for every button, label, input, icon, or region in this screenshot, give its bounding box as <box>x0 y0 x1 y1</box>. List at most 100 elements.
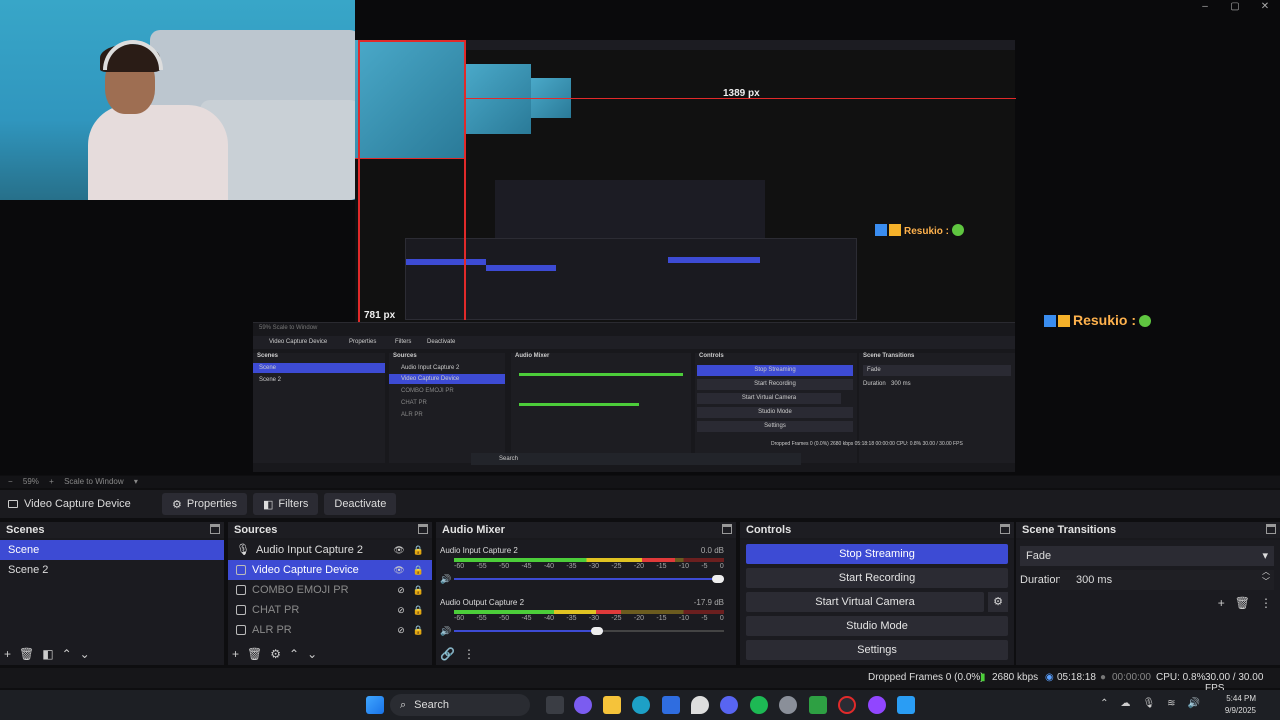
stop-streaming-button[interactable]: Stop Streaming <box>746 544 1008 564</box>
volume-icon[interactable]: 🔊 <box>1188 698 1200 709</box>
add-icon[interactable]: + <box>1218 596 1225 610</box>
undock-icon[interactable] <box>722 524 732 534</box>
speaker-icon[interactable]: 🔊 <box>440 626 451 637</box>
spinner-icon[interactable]: ︿ ﹀ <box>1262 567 1270 587</box>
record-time: 00:00:00 <box>1112 672 1151 683</box>
meter-tick-label: -60 <box>454 615 465 622</box>
stream-icon: ◉ <box>1045 672 1054 683</box>
status-bar: Dropped Frames 0 (0.0%) ▮ 2680 kbps ◉ 05… <box>0 668 1280 694</box>
source-item-audio-input[interactable]: 🎙 Audio Input Capture 2 👁 🔒 <box>228 540 432 560</box>
properties-button[interactable]: ⚙ Properties <box>162 493 248 515</box>
gear-icon[interactable]: ⚙ <box>270 647 281 661</box>
undock-icon[interactable] <box>418 524 428 534</box>
task-view-icon[interactable] <box>546 696 564 714</box>
filters-button[interactable]: ◧ Filters <box>253 493 319 515</box>
selected-source: Video Capture Device <box>8 498 138 510</box>
arrow-up-icon[interactable]: ⌃ <box>62 647 72 661</box>
start-recording-button[interactable]: Start Recording <box>746 568 1008 588</box>
trash-icon[interactable]: 🗑 <box>19 647 34 661</box>
zoom-level[interactable]: 59% <box>23 477 39 486</box>
obs-icon[interactable] <box>838 696 856 714</box>
xbox-icon[interactable] <box>809 696 827 714</box>
scale-mode-select[interactable]: Scale to Window <box>64 477 124 486</box>
controls-title: Controls <box>740 522 1014 538</box>
volume-knob[interactable] <box>712 575 724 583</box>
file-explorer-icon[interactable] <box>603 696 621 714</box>
spotify-icon[interactable] <box>750 696 768 714</box>
undock-icon[interactable] <box>210 524 220 534</box>
eye-hidden-icon[interactable]: ⊘ <box>397 620 405 640</box>
duration-input[interactable]: 300 ms ︿ ﹀ <box>1060 567 1274 590</box>
chevron-up-icon[interactable]: ⌃ <box>1100 698 1108 709</box>
virtual-camera-settings-icon[interactable]: ⚙ <box>988 592 1008 612</box>
microphone-icon[interactable]: 🎙 <box>1142 698 1155 709</box>
store-icon[interactable] <box>662 696 680 714</box>
audio-mixer-dock: Audio Mixer Audio Input Capture 2 0.0 dB… <box>436 522 736 665</box>
meter-ticks: -60 -55 -50 -45 -40 -35 -30 -25 -20 -15 -10 -5 0 <box>454 563 724 570</box>
bbox-top <box>358 40 464 42</box>
lock-icon[interactable]: 🔒 <box>413 540 424 560</box>
chevron-down-icon[interactable]: ▾ <box>134 477 138 486</box>
transition-select[interactable]: Fade ▾ <box>1020 546 1274 566</box>
speaker-icon[interactable]: 🔊 <box>440 574 451 585</box>
more-icon[interactable]: ⋮ <box>463 647 475 661</box>
volume-slider[interactable] <box>454 627 724 635</box>
wifi-icon[interactable]: ≋ <box>1167 698 1175 709</box>
cloud-icon[interactable]: ☁ <box>1120 698 1130 709</box>
person-body <box>88 105 228 200</box>
arrow-up-icon[interactable]: ⌃ <box>289 647 299 661</box>
minimize-button[interactable]: – <box>1190 0 1220 14</box>
source-item-alr[interactable]: ALR PR ⊘ 🔒 <box>228 620 432 640</box>
eye-hidden-icon[interactable]: ⊘ <box>397 600 405 620</box>
source-item-video-capture[interactable]: Video Capture Device 👁 🔒 <box>228 560 432 580</box>
streamer-app-icon[interactable] <box>897 696 915 714</box>
lock-icon[interactable]: 🔒 <box>413 620 424 640</box>
volume-slider[interactable] <box>454 575 724 583</box>
lock-icon[interactable]: 🔒 <box>413 580 424 600</box>
undock-icon[interactable] <box>1266 524 1276 534</box>
twitch-icon[interactable] <box>868 696 886 714</box>
source-item-chat[interactable]: CHAT PR ⊘ 🔒 <box>228 600 432 620</box>
lock-icon[interactable]: 🔒 <box>413 560 424 580</box>
windows-start-icon[interactable] <box>366 696 384 714</box>
lock-icon[interactable]: 🔒 <box>413 600 424 620</box>
trash-icon[interactable]: 🗑 <box>1235 596 1250 610</box>
trash-icon[interactable]: 🗑 <box>247 647 262 661</box>
discord-icon[interactable] <box>720 696 738 714</box>
meter-tick-label: -50 <box>498 563 510 570</box>
more-icon[interactable]: ⋮ <box>1260 596 1272 610</box>
source-item-combo-emoji[interactable]: COMBO EMOJI PR ⊘ 🔒 <box>228 580 432 600</box>
volume-knob[interactable] <box>590 627 603 635</box>
gear-icon: ⚙ <box>172 498 182 511</box>
settings-button[interactable]: Settings <box>746 640 1008 660</box>
taskbar-clock[interactable]: 5:44 PM 9/9/2025 <box>1225 693 1256 717</box>
taskbar-search[interactable]: ⌕ Search <box>390 694 530 716</box>
undock-icon[interactable] <box>1000 524 1010 534</box>
maximize-button[interactable]: ▢ <box>1220 0 1250 14</box>
zoom-out-icon[interactable]: − <box>8 477 13 486</box>
add-icon[interactable]: + <box>232 647 239 661</box>
deactivate-button[interactable]: Deactivate <box>324 493 397 515</box>
add-icon[interactable]: + <box>4 647 11 661</box>
link-icon[interactable]: 🔗 <box>440 647 455 661</box>
scenes-dock: Scenes Scene Scene 2 + 🗑 ◧ ⌃ ⌄ <box>0 522 224 665</box>
arrow-down-icon[interactable]: ⌄ <box>80 647 90 661</box>
pin-icon[interactable] <box>691 696 709 714</box>
settings-gear-icon[interactable] <box>779 696 797 714</box>
filter-icon[interactable]: ◧ <box>42 647 53 661</box>
eye-icon[interactable]: 👁 <box>393 560 404 580</box>
meter-tick-label: -15 <box>656 615 667 622</box>
arrow-down-icon[interactable]: ⌄ <box>307 647 317 661</box>
copilot-icon[interactable] <box>574 696 592 714</box>
mini-mixer: Audio Mixer <box>511 353 691 463</box>
preview-canvas[interactable]: 1389 px 781 px Resukio : Resukio : 59% S… <box>0 0 1280 475</box>
zoom-in-icon[interactable]: + <box>49 477 54 486</box>
eye-icon[interactable]: 👁 <box>393 540 404 560</box>
edge-icon[interactable] <box>632 696 650 714</box>
scene-item-scene-2[interactable]: Scene 2 <box>0 560 224 580</box>
studio-mode-button[interactable]: Studio Mode <box>746 616 1008 636</box>
close-button[interactable]: ✕ <box>1250 0 1280 14</box>
scene-item-scene[interactable]: Scene <box>0 540 224 560</box>
eye-hidden-icon[interactable]: ⊘ <box>397 580 405 600</box>
start-virtual-camera-button[interactable]: Start Virtual Camera <box>746 592 984 612</box>
